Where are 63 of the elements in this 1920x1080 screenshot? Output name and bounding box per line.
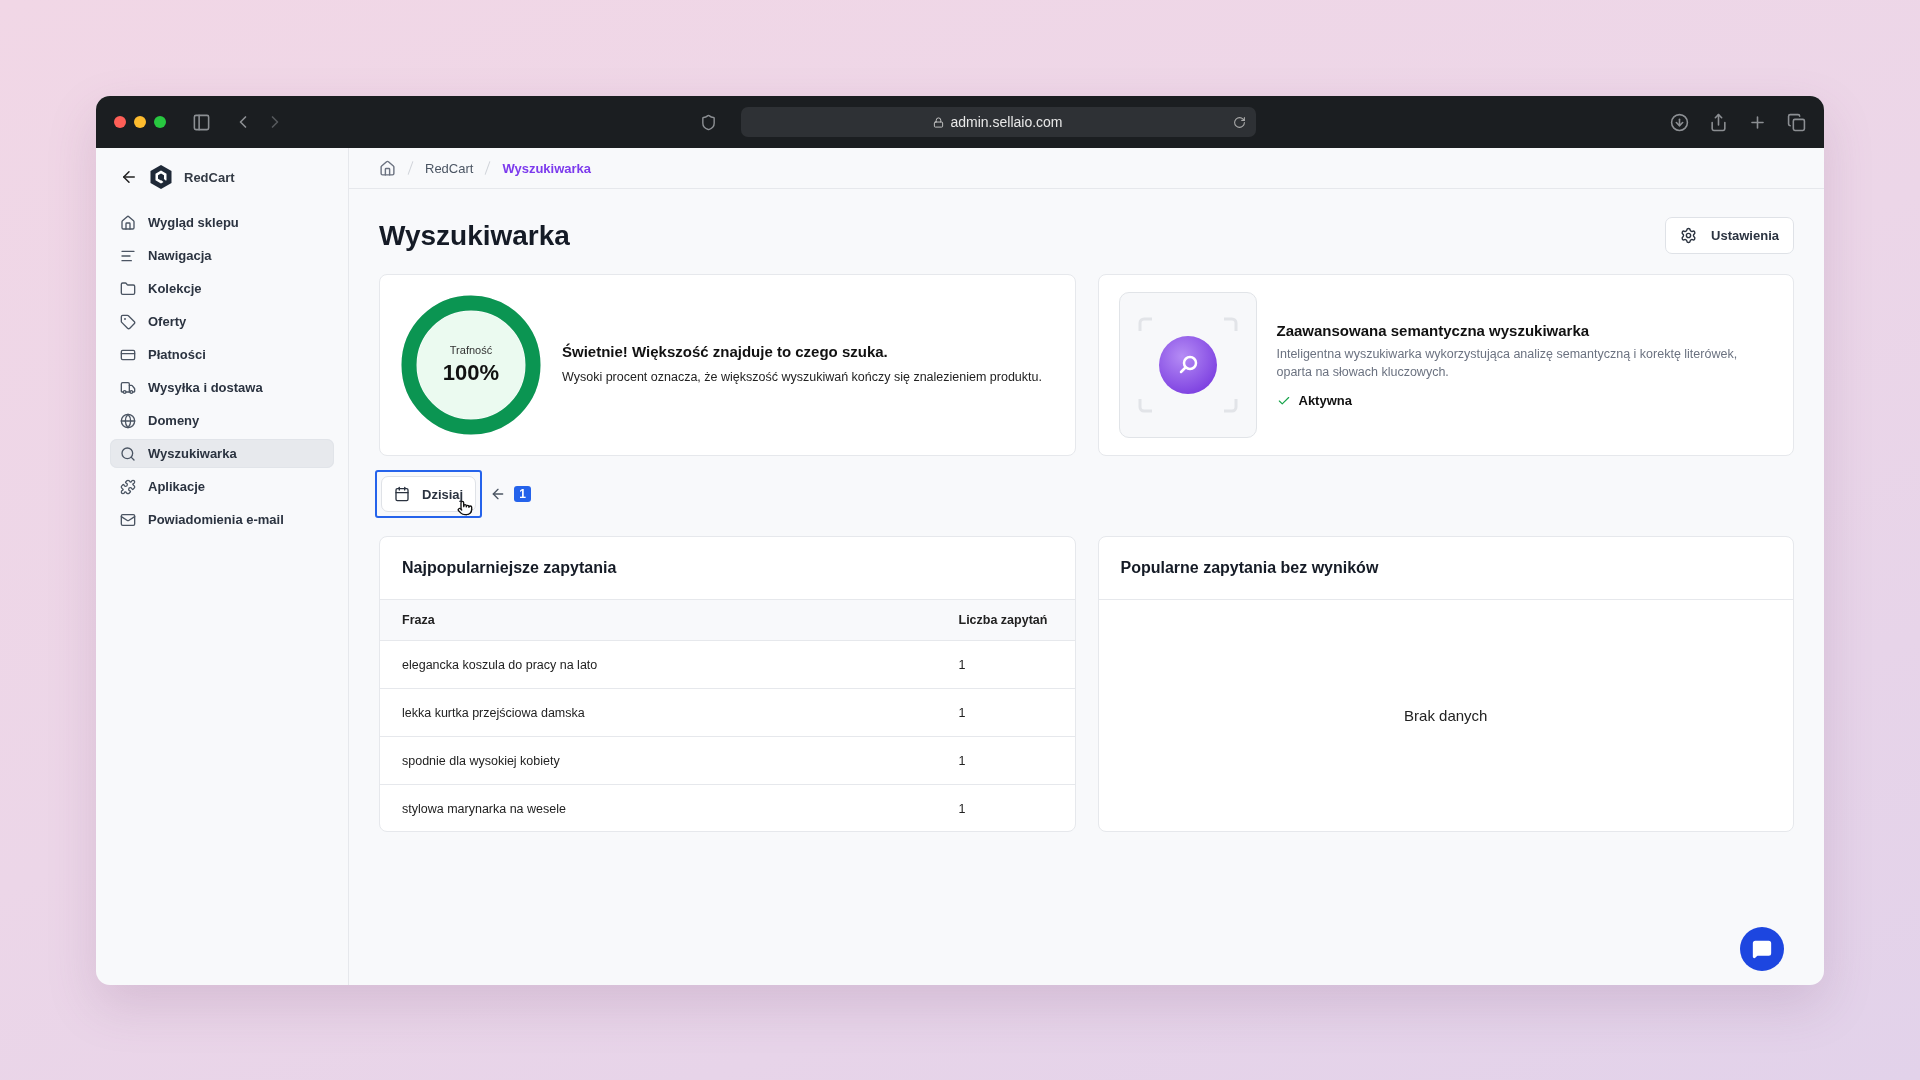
sidebar-item[interactable]: Powiadomienia e-mail bbox=[110, 505, 334, 534]
sidebar-item[interactable]: Wyszukiwarka bbox=[110, 439, 334, 468]
search-icon bbox=[120, 445, 136, 462]
table-cell: elegancka koszula do pracy na lato bbox=[380, 641, 937, 689]
status-text: Aktywna bbox=[1298, 393, 1352, 409]
column-header: Liczba zapytań bbox=[936, 600, 1075, 641]
table-cell: spodnie dla wysokiej kobiety bbox=[380, 737, 937, 785]
sidebar-item[interactable]: Płatności bbox=[110, 340, 334, 369]
accuracy-description: Wysoki procent oznacza, że większość wyszukiwań kończy się znalezieniem produktu. bbox=[562, 369, 1042, 387]
sidebar-item[interactable]: Oferty bbox=[110, 307, 334, 336]
minimize-button[interactable] bbox=[134, 116, 146, 128]
table-cell: 1 bbox=[936, 737, 1075, 785]
tag-icon bbox=[120, 313, 136, 330]
card-title: Popularne zapytania bez wyników bbox=[1098, 537, 1793, 600]
table-cell-text: 1 bbox=[957, 800, 967, 818]
settings-icon bbox=[1680, 227, 1698, 244]
accuracy-headline: Świetnie! Większość znajduje to czego szuka. bbox=[562, 343, 889, 361]
home-icon[interactable] bbox=[379, 159, 396, 177]
maximize-button[interactable] bbox=[154, 116, 166, 128]
column-header: Fraza bbox=[380, 600, 937, 641]
sidebar-item[interactable]: Aplikacje bbox=[110, 472, 334, 501]
sidebar-item[interactable]: Domeny bbox=[110, 406, 334, 435]
house-icon bbox=[120, 214, 136, 231]
semantic-title: Zaawansowana semantyczna wyszukiwarka bbox=[1276, 321, 1591, 339]
sidebar-item[interactable]: Wygląd sklepu bbox=[110, 208, 334, 237]
chat-button[interactable] bbox=[1740, 927, 1784, 971]
address-bar[interactable]: admin.sellaio.com bbox=[740, 107, 1256, 137]
table-cell: 1 bbox=[936, 689, 1075, 737]
share-icon[interactable] bbox=[1709, 112, 1728, 132]
empty-state-text: Brak danych bbox=[1404, 707, 1488, 724]
folder-icon bbox=[120, 280, 136, 297]
breadcrumb-link[interactable]: Wyszukiwarka bbox=[502, 160, 592, 176]
envelope-icon bbox=[120, 511, 136, 528]
hand-cursor-icon bbox=[457, 500, 473, 516]
globe-icon bbox=[120, 412, 136, 429]
store-name: RedCart bbox=[184, 169, 235, 185]
page-title: Wyszukiwarka bbox=[379, 219, 570, 252]
ring-label: Trafność bbox=[449, 344, 493, 356]
table-cell: 1 bbox=[936, 641, 1075, 689]
annotation-badge: 1 bbox=[514, 486, 531, 502]
date-filter-button[interactable]: Dzisiaj bbox=[381, 476, 477, 512]
accuracy-value: 100% bbox=[442, 360, 500, 386]
chat-bubble-icon bbox=[1752, 939, 1772, 959]
logo-icon bbox=[148, 164, 174, 190]
shield-icon[interactable] bbox=[699, 113, 717, 131]
lock-icon bbox=[933, 116, 945, 128]
sidebar-item[interactable]: Nawigacja bbox=[110, 241, 334, 270]
url-text: admin.sellaio.com bbox=[950, 114, 1063, 130]
calendar-icon bbox=[394, 486, 410, 502]
table-cell-text: stylowa marynarka na wesele bbox=[401, 800, 567, 818]
table-cell: lekka kurtka przejściowa damska bbox=[380, 689, 937, 737]
sidebar-toggle-icon[interactable] bbox=[192, 112, 211, 132]
sidebar-item[interactable]: Kolekcje bbox=[110, 274, 334, 303]
truck-icon bbox=[120, 379, 136, 396]
breadcrumb-link[interactable]: RedCart bbox=[425, 160, 474, 176]
reload-icon[interactable] bbox=[1232, 115, 1246, 129]
settings-button[interactable]: Ustawienia bbox=[1665, 217, 1794, 254]
tabs-overview-icon[interactable] bbox=[1787, 112, 1806, 132]
puzzle-icon bbox=[120, 478, 136, 495]
close-button[interactable] bbox=[114, 116, 126, 128]
download-icon[interactable] bbox=[1670, 112, 1689, 132]
sidebar-item[interactable]: Wysyłka i dostawa bbox=[110, 373, 334, 402]
semantic-description: Inteligentna wyszukiwarka wykorzystująca analizę semantyczną i korektę literówek, oparta na słowach kluczowych. bbox=[1276, 345, 1739, 381]
